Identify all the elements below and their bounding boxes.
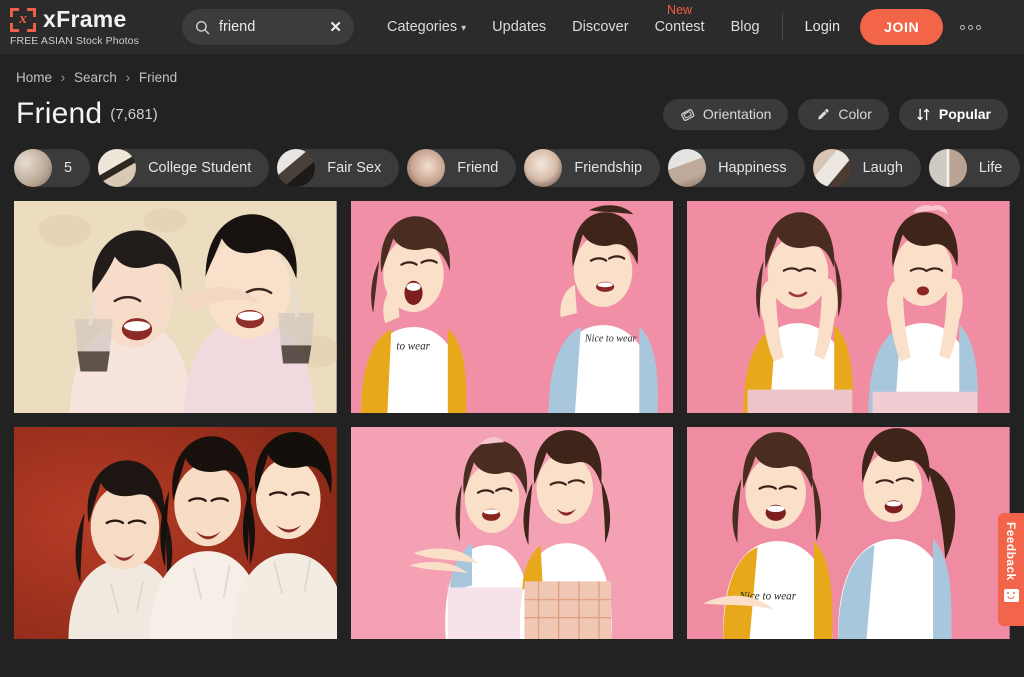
logo[interactable]: x xFrame FREE ASIAN Stock Photos: [10, 8, 168, 47]
page-title: Friend: [16, 97, 102, 131]
tag-thumbnail: [813, 149, 851, 187]
tag-thumbnail: [407, 149, 445, 187]
site-header: x xFrame FREE ASIAN Stock Photos friend …: [0, 0, 1024, 54]
tag-chip[interactable]: 5: [14, 149, 90, 187]
tag-chip[interactable]: Laugh: [813, 149, 921, 187]
photo-thumbnail: [351, 427, 674, 639]
tag-thumbnail: [929, 149, 967, 187]
eyedropper-icon: [815, 107, 830, 122]
tag-label: Life: [979, 160, 1002, 176]
login-link[interactable]: Login: [805, 19, 840, 35]
svg-text:Nice to wear: Nice to wear: [584, 333, 637, 344]
photo-thumbnail: [14, 201, 337, 413]
color-filter-button[interactable]: Color: [798, 99, 888, 130]
search-box[interactable]: friend ✕: [182, 9, 354, 45]
nav-label: Contest: [655, 19, 705, 35]
tag-chip[interactable]: Happiness: [668, 149, 805, 187]
breadcrumb-separator: ›: [61, 70, 66, 85]
tag-label: Friend: [457, 160, 498, 176]
nav-item-discover[interactable]: Discover: [572, 19, 628, 35]
tag-label: Happiness: [718, 160, 787, 176]
more-dots-icon[interactable]: [960, 25, 981, 30]
main-nav: Categories ▾ Updates Discover New Contest…: [387, 19, 760, 35]
chevron-down-icon: ▾: [461, 23, 466, 34]
breadcrumb-item-home[interactable]: Home: [16, 70, 52, 85]
photo-card[interactable]: [14, 427, 337, 639]
tag-label: College Student: [148, 160, 251, 176]
photo-thumbnail: Nice to wear: [687, 427, 1010, 639]
tag-thumbnail: [668, 149, 706, 187]
logo-tagline: FREE ASIAN Stock Photos: [10, 35, 168, 47]
close-icon[interactable]: ✕: [329, 20, 342, 35]
tag-chip-row[interactable]: 5 College Student Fair Sex Friend Friend…: [0, 131, 1024, 187]
search-icon: [195, 20, 210, 35]
smiley-face-icon: [1004, 589, 1019, 602]
tag-chip[interactable]: College Student: [98, 149, 269, 187]
photo-card[interactable]: [687, 201, 1010, 413]
photo-thumbnail: to wear Nice to wear: [351, 201, 674, 413]
tag-chip[interactable]: Life: [929, 149, 1020, 187]
join-button[interactable]: JOIN: [860, 9, 943, 45]
sort-popular-button[interactable]: Popular: [899, 99, 1008, 130]
filter-label: Color: [838, 106, 871, 122]
photo-card[interactable]: to wear Nice to wear: [351, 201, 674, 413]
photo-thumbnail: [14, 427, 337, 639]
tag-thumbnail: [524, 149, 562, 187]
breadcrumb-item-search[interactable]: Search: [74, 70, 117, 85]
result-count: (7,681): [110, 106, 158, 123]
filter-label: Orientation: [703, 106, 771, 122]
breadcrumb-separator: ›: [126, 70, 131, 85]
logo-text: xFrame: [43, 8, 127, 31]
search-input[interactable]: friend: [219, 19, 329, 35]
sort-icon: [916, 107, 931, 122]
tag-thumbnail: [277, 149, 315, 187]
tag-label: Laugh: [863, 160, 903, 176]
title-row: Friend (7,681) Orientation Color: [0, 85, 1024, 131]
photo-card[interactable]: Nice to wear: [687, 427, 1010, 639]
new-badge: New: [667, 3, 692, 17]
tag-chip[interactable]: Friend: [407, 149, 516, 187]
nav-item-blog[interactable]: Blog: [731, 19, 760, 35]
tag-thumbnail: [98, 149, 136, 187]
nav-divider: [782, 13, 783, 41]
photo-grid: to wear Nice to wear: [0, 187, 1024, 639]
nav-label: Categories: [387, 19, 457, 35]
nav-item-categories[interactable]: Categories ▾: [387, 19, 466, 35]
breadcrumb-item-friend[interactable]: Friend: [139, 70, 177, 85]
photo-card[interactable]: [351, 427, 674, 639]
svg-text:to wear: to wear: [396, 340, 430, 352]
filter-bar: Orientation Color Popular: [663, 99, 1008, 130]
breadcrumb: Home › Search › Friend: [0, 54, 1024, 85]
nav-item-updates[interactable]: Updates: [492, 19, 546, 35]
photo-card[interactable]: [14, 201, 337, 413]
nav-item-contest[interactable]: New Contest: [655, 19, 705, 35]
feedback-tab[interactable]: Feedback: [998, 513, 1024, 626]
feedback-label: Feedback: [1004, 522, 1018, 581]
orientation-filter-button[interactable]: Orientation: [663, 99, 788, 130]
orientation-icon: [680, 107, 695, 122]
photo-thumbnail: [687, 201, 1010, 413]
tag-label: 5: [64, 160, 72, 176]
tag-label: Fair Sex: [327, 160, 381, 176]
page-root: x xFrame FREE ASIAN Stock Photos friend …: [0, 0, 1024, 677]
filter-label: Popular: [939, 106, 991, 122]
tag-label: Friendship: [574, 160, 642, 176]
frame-x-icon: x: [10, 8, 36, 32]
tag-thumbnail: [14, 149, 52, 187]
tag-chip[interactable]: Friendship: [524, 149, 660, 187]
tag-chip[interactable]: Fair Sex: [277, 149, 399, 187]
